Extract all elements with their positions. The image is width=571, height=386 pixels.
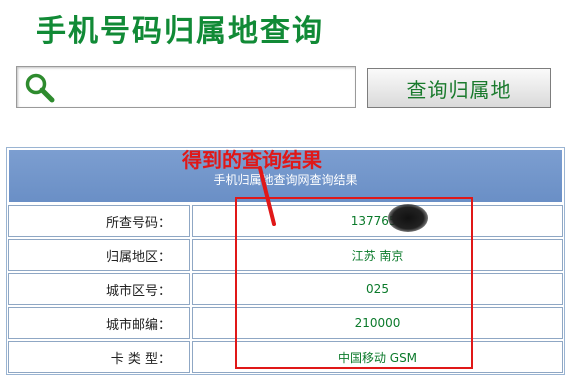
row-label: 卡 类 型： bbox=[8, 341, 190, 373]
phone-number-input[interactable] bbox=[61, 73, 350, 101]
search-box[interactable] bbox=[16, 66, 356, 108]
row-label: 城市区号： bbox=[8, 273, 190, 305]
query-location-button[interactable]: 查询归属地 bbox=[367, 68, 551, 108]
result-header-text: 手机归属地查询网查询结果 bbox=[213, 173, 358, 187]
page-title: 手机号码归属地查询 bbox=[36, 14, 324, 49]
annotation-arrow-icon bbox=[258, 166, 276, 226]
row-label: 归属地区： bbox=[8, 239, 190, 271]
row-label: 所查号码： bbox=[8, 205, 190, 237]
search-icon bbox=[25, 73, 55, 103]
annotation-label: 得到的查询结果 bbox=[182, 148, 322, 172]
redaction-mark bbox=[388, 204, 428, 232]
row-label: 城市邮编： bbox=[8, 307, 190, 339]
